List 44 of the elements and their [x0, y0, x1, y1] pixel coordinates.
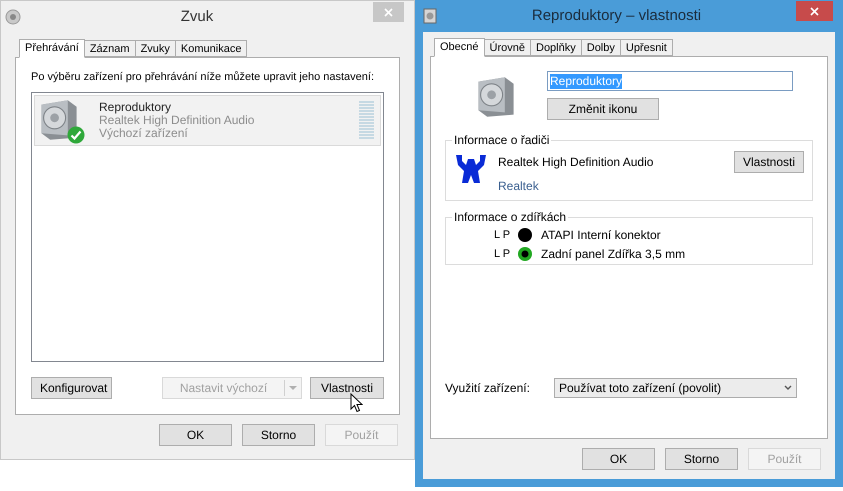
dialog-button[interactable]: OK [582, 448, 655, 470]
group-title: Informace o řadiči [452, 133, 552, 147]
device-name: Reproduktory [99, 101, 172, 114]
caret-icon [289, 386, 297, 390]
window-title: Reproduktory – vlastnosti [532, 7, 702, 24]
tab[interactable]: Obecné [434, 38, 485, 57]
tab[interactable]: Dolby [580, 39, 621, 56]
device-item[interactable]: Reproduktory Realtek High Definition Audio Výchozí zařízení [34, 95, 381, 146]
dialog-button[interactable]: Storno [242, 424, 315, 446]
change-icon-button[interactable]: Změnit ikonu [547, 98, 659, 120]
channels-label: L P [494, 228, 512, 243]
usage-label: Využití zařízení: [445, 380, 531, 397]
usage-dropdown[interactable]: Používat toto zařízení (povolit) [554, 378, 797, 398]
dialog-button[interactable]: Storno [665, 448, 738, 470]
close-icon [810, 6, 819, 16]
group-title: Informace o zdířkách [452, 210, 568, 224]
jack-dot-icon [518, 247, 532, 261]
device-driver: Realtek High Definition Audio [99, 114, 256, 127]
tab[interactable]: Záznam [84, 40, 136, 57]
tab[interactable]: Upřesnit [620, 39, 673, 56]
level-meter-icon [359, 100, 374, 140]
window-title: Zvuk [180, 8, 214, 25]
tab[interactable]: Komunikace [174, 40, 248, 57]
properties-button[interactable]: Vlastnosti [310, 377, 384, 399]
close-icon [384, 8, 393, 16]
controller-name: Realtek High Definition Audio [498, 154, 654, 171]
instruction-text: Po výběru zařízení pro přehrávání níže můžete upravit jeho nastavení: [31, 70, 374, 84]
tab[interactable]: Úrovně [484, 39, 531, 56]
jack-dot-icon [518, 228, 532, 242]
jack-name: ATAPI Interní konektor [541, 227, 661, 244]
configure-button[interactable]: Konfigurovat [31, 377, 112, 399]
tab[interactable]: Přehrávání [19, 39, 85, 58]
close-button[interactable] [796, 1, 833, 21]
device-status: Výchozí zařízení [99, 127, 189, 140]
tab[interactable]: Doplňky [530, 39, 582, 56]
jack-name: Zadní panel Zdířka 3,5 mm [541, 246, 686, 263]
tab[interactable]: Zvuky [134, 40, 176, 57]
chevron-down-icon [784, 385, 792, 391]
selected-text: Reproduktory [550, 74, 622, 88]
channels-label: L P [494, 246, 512, 262]
dialog-button[interactable]: OK [159, 424, 232, 446]
properties-button[interactable]: Vlastnosti [734, 151, 804, 173]
button-label: Nastavit výchozí [178, 380, 268, 397]
vendor-link[interactable]: Realtek [498, 177, 734, 195]
